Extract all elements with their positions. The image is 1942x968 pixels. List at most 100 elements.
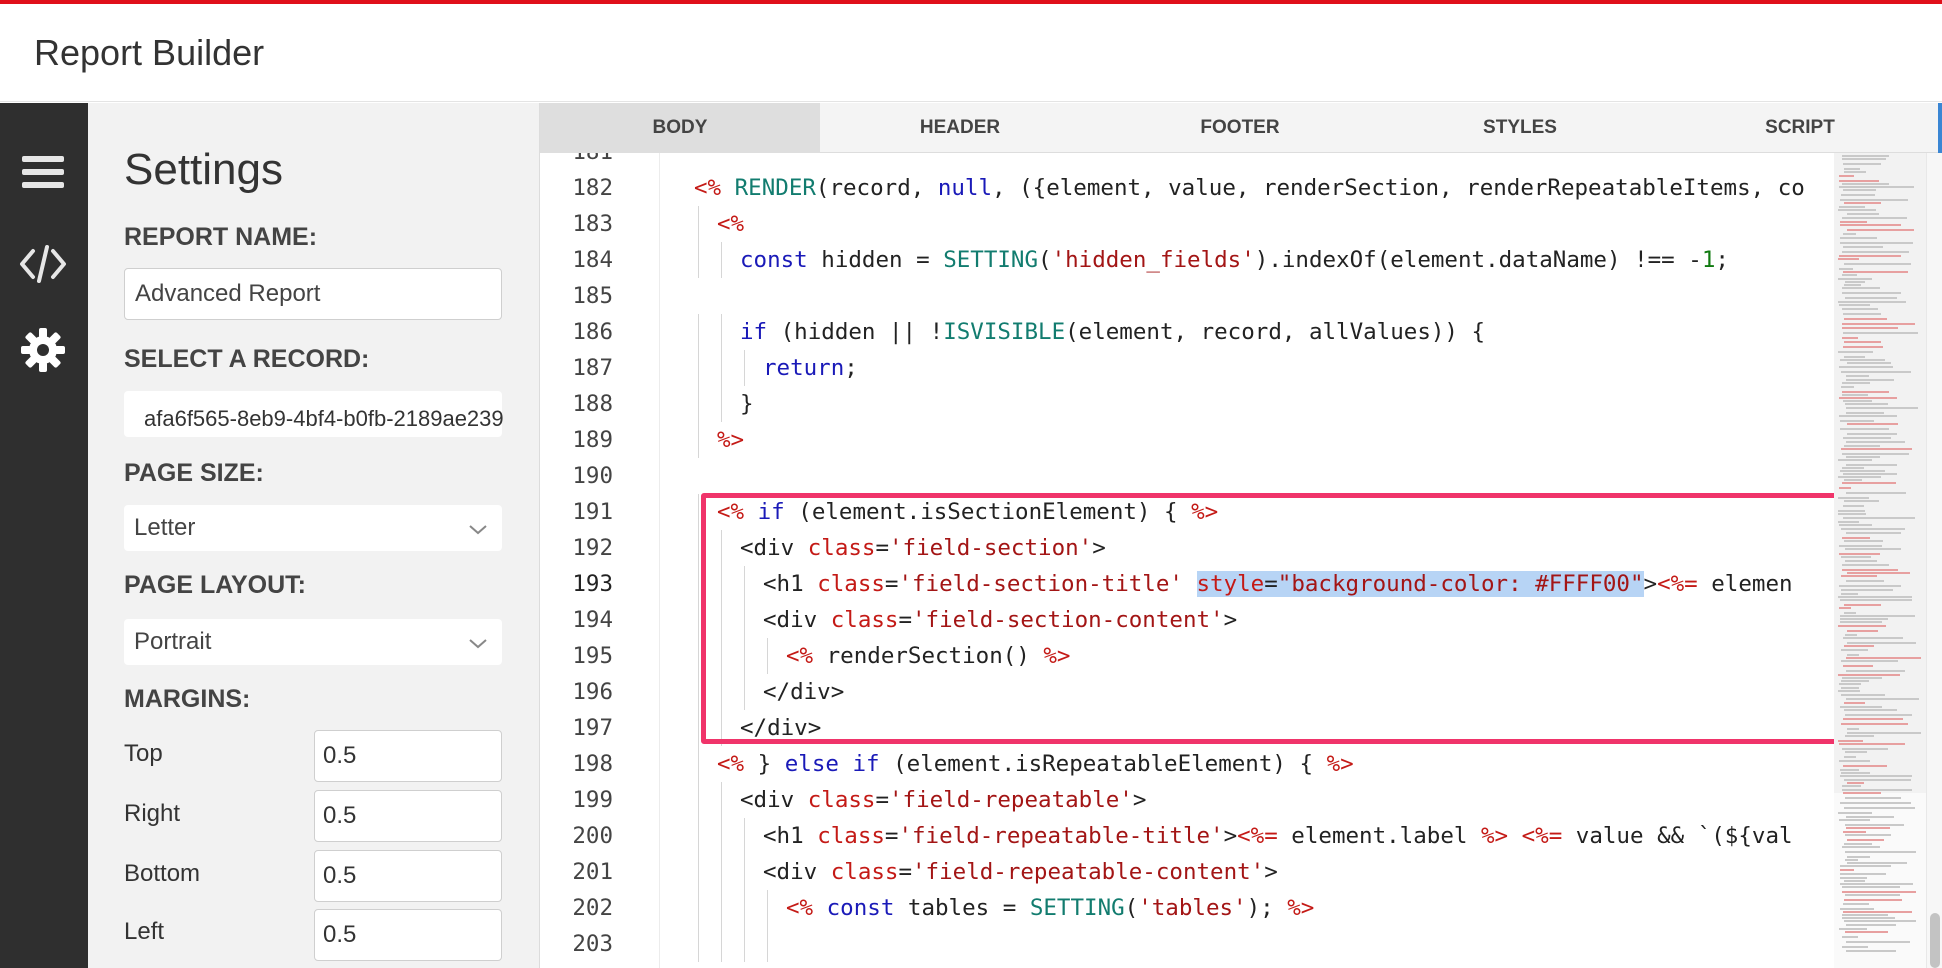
minimap-line [1842, 846, 1880, 848]
margin-left-input[interactable]: 0.5 [314, 909, 502, 961]
minimap-line [1844, 604, 1881, 606]
tab-footer[interactable]: FOOTER [1100, 103, 1380, 153]
indent-guide [698, 386, 699, 422]
code-line[interactable]: 184 const hidden = SETTING('hidden_fields… [540, 242, 1840, 278]
indent-guide [721, 818, 722, 854]
minimap-line [1843, 911, 1912, 913]
minimap-line [1840, 224, 1901, 226]
code-line[interactable]: 199 <div class='field-repeatable'> [540, 782, 1840, 818]
minimap-line [1839, 760, 1870, 762]
line-number: 203 [572, 931, 613, 957]
minimap-line [1845, 797, 1901, 799]
minimap-line [1844, 171, 1866, 173]
minimap-line [1839, 268, 1853, 270]
minimap-line [1844, 356, 1865, 358]
minimap-line [1845, 714, 1912, 716]
code-minimap[interactable] [1834, 153, 1926, 968]
minimap-line [1838, 278, 1872, 280]
indent-guide [721, 242, 722, 278]
margin-top-input[interactable]: 0.5 [314, 730, 502, 782]
code-line[interactable]: 185 [540, 278, 1840, 314]
margin-bottom-input[interactable]: 0.5 [314, 850, 502, 902]
indent-guide [698, 242, 699, 278]
minimap-line [1841, 556, 1871, 558]
editor-scrollbar[interactable] [1926, 153, 1942, 968]
code-text: <% RENDER(record, null, ({element, value… [694, 175, 1805, 201]
minimap-line [1844, 284, 1861, 286]
indent-guide [721, 314, 722, 350]
minimap-line [1840, 873, 1886, 875]
minimap-line [1840, 877, 1867, 879]
minimap-line [1840, 618, 1888, 620]
gear-icon[interactable] [18, 325, 68, 375]
code-line[interactable]: 183 <% [540, 206, 1840, 242]
indent-guide [767, 890, 768, 926]
minimap-line [1840, 470, 1885, 472]
minimap-line [1842, 287, 1880, 289]
line-number: 182 [572, 175, 613, 201]
minimap-line [1839, 683, 1861, 685]
margin-top-value: 0.5 [323, 742, 357, 769]
app-header: Report Builder [0, 4, 1942, 102]
code-line[interactable]: 181 [540, 153, 1840, 170]
indent-guide [698, 782, 699, 818]
minimap-line [1847, 856, 1870, 858]
report-name-field[interactable]: Advanced Report [124, 268, 502, 320]
minimap-line [1838, 521, 1859, 523]
code-line[interactable]: 203 [540, 926, 1840, 962]
margin-right-input[interactable]: 0.5 [314, 790, 502, 842]
minimap-line [1845, 834, 1891, 836]
minimap-line [1842, 748, 1888, 750]
code-line[interactable]: 186 if (hidden || !ISVISIBLE(element, rec… [540, 314, 1840, 350]
minimap-line [1843, 233, 1856, 235]
highlight-annotation-box [701, 493, 1840, 744]
scrollbar-thumb[interactable] [1930, 913, 1940, 968]
minimap-line [1839, 397, 1897, 399]
minimap-line [1842, 453, 1909, 455]
minimap-line [1842, 569, 1898, 571]
app-title: Report Builder [34, 32, 265, 73]
minimap-line [1842, 292, 1901, 294]
indent-guide [698, 494, 699, 530]
code-icon[interactable] [18, 239, 68, 289]
menu-icon[interactable] [18, 147, 68, 197]
minimap-line [1843, 437, 1891, 439]
code-text: <div class='field-repeatable'> [740, 787, 1147, 813]
minimap-line [1838, 674, 1900, 676]
tab-body[interactable]: BODY [540, 103, 820, 153]
line-number: 181 [540, 153, 613, 170]
indent-guide [744, 818, 745, 854]
tab-styles[interactable]: STYLES [1380, 103, 1660, 153]
code-line[interactable]: 198 <% } else if (element.isRepeatableEle… [540, 746, 1840, 782]
minimap-line [1839, 928, 1867, 930]
minimap-line [1839, 206, 1865, 208]
code-line[interactable]: 187 return; [540, 350, 1840, 386]
minimap-line [1839, 524, 1872, 526]
minimap-line [1841, 194, 1875, 196]
page-layout-select[interactable]: Portrait [124, 619, 502, 665]
tab-script[interactable]: SCRIPT [1660, 103, 1940, 153]
minimap-line [1841, 386, 1854, 388]
minimap-line [1842, 789, 1912, 791]
page-size-select[interactable]: Letter [124, 505, 502, 551]
code-line[interactable]: 201 <div class='field-repeatable-content'… [540, 854, 1840, 890]
minimap-line [1842, 337, 1858, 339]
minimap-line [1838, 596, 1912, 598]
minimap-line [1841, 687, 1859, 689]
code-line[interactable]: 190 [540, 458, 1840, 494]
code-line[interactable]: 202 <% const tables = SETTING('tables'); … [540, 890, 1840, 926]
minimap-line [1842, 785, 1861, 787]
code-line[interactable]: 188} [540, 386, 1840, 422]
minimap-line [1840, 599, 1912, 601]
code-line[interactable]: 189 %> [540, 422, 1840, 458]
code-line[interactable]: 182 <% RENDER(record, null, ({element, va… [540, 170, 1840, 206]
minimap-line [1843, 792, 1881, 794]
minimap-line [1846, 532, 1901, 534]
code-line[interactable]: 200 <h1 class='field-repeatable-title'><%… [540, 818, 1840, 854]
indent-guide [744, 350, 745, 386]
minimap-line [1840, 428, 1889, 430]
minimap-line [1847, 642, 1916, 644]
minimap-line [1845, 403, 1888, 405]
line-number: 185 [572, 283, 613, 309]
tab-header[interactable]: HEADER [820, 103, 1100, 153]
